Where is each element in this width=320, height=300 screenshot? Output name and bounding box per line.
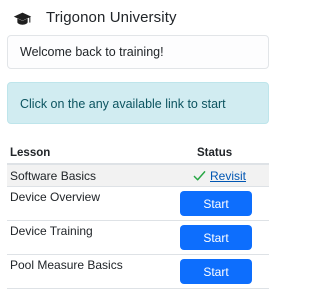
start-button[interactable]: Start (180, 191, 252, 216)
start-button[interactable]: Start (180, 225, 252, 250)
table-header: Lesson Status (7, 143, 269, 165)
table-row: Software Basics Revisit (7, 165, 269, 187)
table-row: Pool Measure Basics Start (7, 255, 269, 289)
check-icon (193, 171, 206, 181)
column-header-status: Status (197, 147, 233, 159)
app-title: Trigonon University (46, 9, 177, 26)
lesson-name: Software Basics (10, 169, 97, 183)
info-alert: Click on the any available link to start (7, 82, 269, 124)
revisit-link[interactable]: Revisit (210, 169, 246, 183)
welcome-message: Welcome back to training! (20, 45, 164, 59)
info-message: Click on the any available link to start (20, 97, 226, 111)
table-row: Device Training Start (7, 221, 269, 255)
column-header-lesson: Lesson (10, 147, 51, 159)
lesson-name: Pool Measure Basics (10, 258, 123, 272)
start-button[interactable]: Start (180, 259, 252, 284)
lesson-name: Device Training (10, 224, 93, 238)
lessons-table: Lesson Status Software Basics Revisit De… (7, 143, 269, 289)
table-row: Device Overview Start (7, 187, 269, 221)
welcome-card: Welcome back to training! (7, 35, 269, 69)
lesson-name: Device Overview (10, 190, 101, 204)
graduation-cap-icon (13, 12, 32, 25)
app-header: Trigonon University (0, 0, 276, 36)
